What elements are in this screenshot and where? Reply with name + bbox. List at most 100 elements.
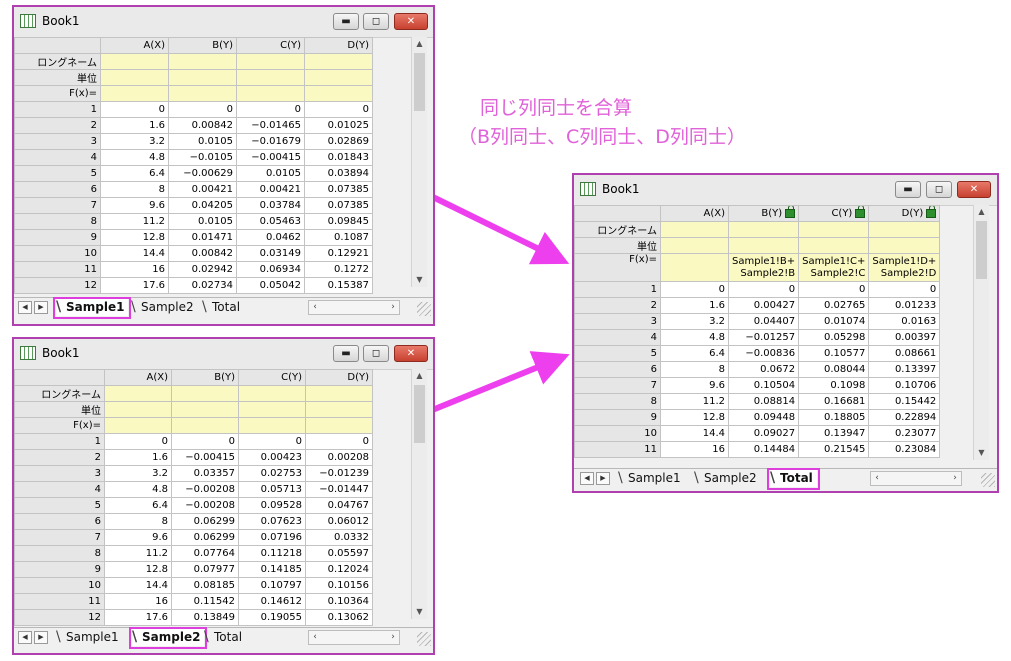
scroll-up-icon[interactable]: ▲ <box>974 205 989 219</box>
data-cell[interactable]: 8 <box>660 361 729 378</box>
data-cell[interactable]: 16 <box>104 593 172 610</box>
vertical-scrollbar[interactable]: ▲ ▼ <box>973 205 989 460</box>
tab-next-icon[interactable]: ▶ <box>596 472 610 485</box>
row-header[interactable]: 5 <box>574 345 661 362</box>
row-header[interactable]: 6 <box>14 181 101 198</box>
data-cell[interactable]: 0.04407 <box>727 313 800 330</box>
row-header[interactable]: 6 <box>14 513 105 530</box>
meta-cell[interactable] <box>727 221 800 238</box>
data-cell[interactable]: 0.10797 <box>238 577 306 594</box>
data-cell[interactable]: 14.4 <box>660 425 729 442</box>
worksheet-grid[interactable]: A(X) B(Y) C(Y) D(Y) ロングネーム 単位 F(x)= Sample1!B+ S… <box>574 205 941 458</box>
meta-cell[interactable] <box>304 53 373 70</box>
column-header[interactable]: B(Y) <box>727 205 800 222</box>
data-cell[interactable]: 0.00427 <box>727 297 800 314</box>
data-cell[interactable]: 3.2 <box>100 133 169 150</box>
row-header[interactable]: 11 <box>14 261 101 278</box>
meta-cell[interactable] <box>798 221 870 238</box>
worksheet-area[interactable]: A(X) B(Y) C(Y) D(Y) ロングネーム 単位 F(x)= 1 0 0 0 0 2 1.6 −0… <box>14 369 433 653</box>
data-cell[interactable]: −0.00208 <box>171 481 239 498</box>
title-bar[interactable]: Book1 ▬ ◻ ✕ <box>14 339 433 370</box>
data-cell[interactable]: 16 <box>660 441 729 458</box>
data-cell[interactable]: 0.00421 <box>236 181 305 198</box>
data-cell[interactable]: 0.07977 <box>171 561 239 578</box>
column-header[interactable]: D(Y) <box>304 37 373 54</box>
data-cell[interactable]: 0.15387 <box>304 277 373 294</box>
data-cell[interactable]: 0.15442 <box>868 393 941 410</box>
data-cell[interactable]: 14.4 <box>100 245 169 262</box>
meta-cell[interactable] <box>104 401 172 418</box>
data-cell[interactable]: 0.07385 <box>304 197 373 214</box>
formula-cell[interactable] <box>305 417 373 434</box>
select-all-corner[interactable] <box>14 369 105 386</box>
vertical-scrollbar[interactable]: ▲ ▼ <box>411 369 427 619</box>
data-cell[interactable]: 0.10364 <box>305 593 373 610</box>
data-cell[interactable]: 0.23084 <box>868 441 941 458</box>
formula-cell[interactable] <box>236 85 305 102</box>
scroll-left-icon[interactable]: ‹ <box>871 472 883 485</box>
data-cell[interactable]: 0.18805 <box>798 409 870 426</box>
data-cell[interactable]: 0 <box>100 101 169 118</box>
data-cell[interactable]: 0.13397 <box>868 361 941 378</box>
formula-cell[interactable] <box>304 85 373 102</box>
select-all-corner[interactable] <box>14 37 101 54</box>
column-header[interactable]: A(X) <box>104 369 172 386</box>
data-cell[interactable]: 0.06934 <box>236 261 305 278</box>
close-button[interactable]: ✕ <box>957 181 991 198</box>
formula-cell[interactable]: Sample1!C+ Sample2!C <box>798 253 870 282</box>
data-cell[interactable]: 0.02753 <box>238 465 306 482</box>
data-cell[interactable]: 11.2 <box>660 393 729 410</box>
data-cell[interactable]: 0.08185 <box>171 577 239 594</box>
data-cell[interactable]: −0.01257 <box>727 329 800 346</box>
data-cell[interactable]: 0.06012 <box>305 513 373 530</box>
data-cell[interactable]: 11.2 <box>100 213 169 230</box>
data-cell[interactable]: 0.01233 <box>868 297 941 314</box>
row-header[interactable]: 1 <box>574 281 661 298</box>
tab-sample1[interactable]: \ Sample1 <box>56 629 123 646</box>
data-cell[interactable]: −0.01447 <box>305 481 373 498</box>
meta-cell[interactable] <box>727 237 800 254</box>
data-cell[interactable]: −0.01239 <box>305 465 373 482</box>
row-header[interactable]: 9 <box>574 409 661 426</box>
data-cell[interactable]: 0 <box>171 433 239 450</box>
data-cell[interactable]: 0.01025 <box>304 117 373 134</box>
row-header[interactable]: 3 <box>574 313 661 330</box>
data-cell[interactable]: 9.6 <box>660 377 729 394</box>
data-cell[interactable]: 0.12921 <box>304 245 373 262</box>
workbook-window-total[interactable]: Book1 ▬ ◻ ✕ A(X) B(Y) C(Y) D(Y) ロングネーム 単位 F(x)… <box>572 173 999 493</box>
meta-cell[interactable] <box>868 237 941 254</box>
scroll-down-icon[interactable]: ▼ <box>974 446 989 460</box>
meta-row-label[interactable]: 単位 <box>574 237 661 254</box>
data-cell[interactable]: 0.07764 <box>171 545 239 562</box>
minimize-button[interactable]: ▬ <box>333 345 359 362</box>
scroll-thumb[interactable] <box>414 385 425 443</box>
tab-next-icon[interactable]: ▶ <box>34 631 48 644</box>
data-cell[interactable]: 1.6 <box>100 117 169 134</box>
tab-sample2[interactable]: \ Sample2 <box>129 627 208 649</box>
row-header[interactable]: 1 <box>14 101 101 118</box>
row-header[interactable]: 8 <box>14 213 101 230</box>
meta-cell[interactable] <box>100 69 169 86</box>
data-cell[interactable]: 17.6 <box>100 277 169 294</box>
meta-cell[interactable] <box>304 69 373 86</box>
meta-row-label[interactable]: F(x)= <box>14 85 101 102</box>
data-cell[interactable]: 0.09845 <box>304 213 373 230</box>
scroll-left-icon[interactable]: ‹ <box>309 631 321 644</box>
tab-total[interactable]: \ Total <box>204 629 246 646</box>
data-cell[interactable]: 0.04767 <box>305 497 373 514</box>
scroll-thumb[interactable] <box>414 53 425 111</box>
row-header[interactable]: 2 <box>14 117 101 134</box>
row-header[interactable]: 12 <box>14 277 101 294</box>
row-header[interactable]: 11 <box>14 593 105 610</box>
data-cell[interactable]: −0.00208 <box>171 497 239 514</box>
data-cell[interactable]: 0.05298 <box>798 329 870 346</box>
data-cell[interactable]: 0.03784 <box>236 197 305 214</box>
column-header[interactable]: C(Y) <box>238 369 306 386</box>
data-cell[interactable]: 0.23077 <box>868 425 941 442</box>
data-cell[interactable]: 0.05042 <box>236 277 305 294</box>
data-cell[interactable]: 0.05463 <box>236 213 305 230</box>
column-header[interactable]: B(Y) <box>168 37 237 54</box>
data-cell[interactable]: 9.6 <box>100 197 169 214</box>
data-cell[interactable]: 0.14185 <box>238 561 306 578</box>
resize-grip-icon[interactable] <box>417 632 431 646</box>
